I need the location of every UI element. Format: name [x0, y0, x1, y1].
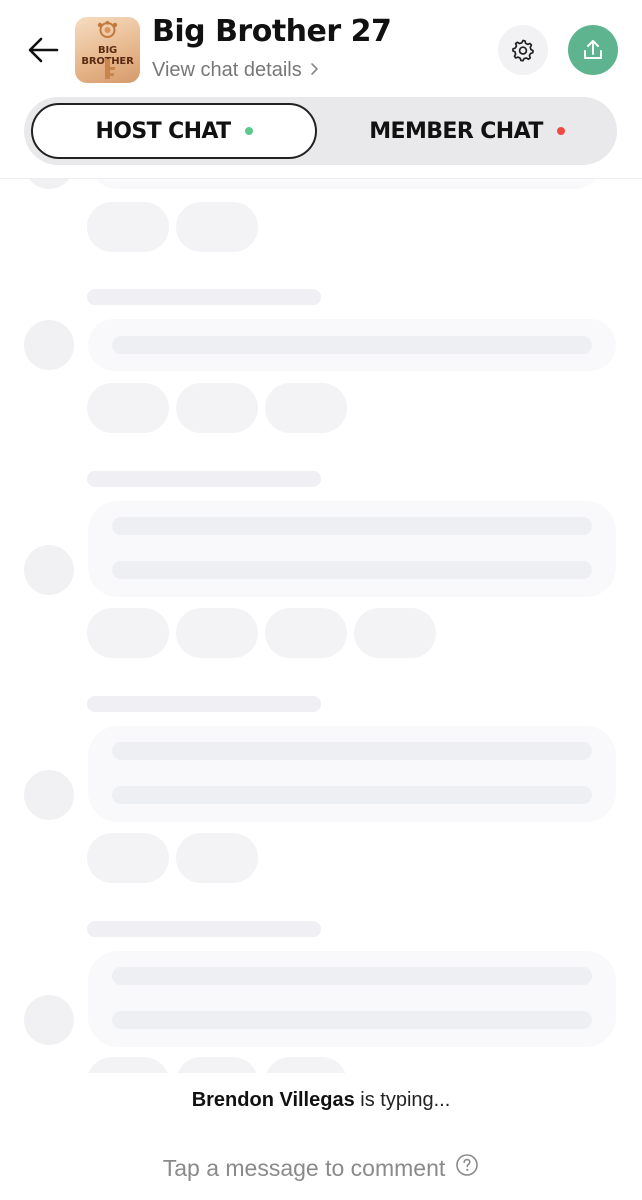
- composer-placeholder: Tap a message to comment: [162, 1154, 446, 1181]
- skeleton-name: [87, 471, 321, 487]
- skeleton-reaction: [265, 383, 347, 433]
- view-chat-details-label: View chat details: [152, 59, 302, 81]
- skeleton-reaction: [176, 202, 258, 252]
- tab-host-chat-label: HOST CHAT: [95, 118, 231, 144]
- typing-indicator: Brendon Villegas is typing...: [0, 1089, 642, 1112]
- skeleton-line: [112, 561, 592, 579]
- share-upload-icon: [584, 40, 602, 59]
- skeleton-reaction: [87, 383, 169, 433]
- host-chat-status-dot: [244, 127, 253, 135]
- skeleton-avatar: [24, 995, 74, 1045]
- view-chat-details-link[interactable]: View chat details: [152, 59, 319, 82]
- skeleton-avatar: [24, 320, 74, 370]
- page-title: Big Brother 27: [152, 14, 392, 49]
- comment-composer[interactable]: Tap a message to comment: [0, 1152, 642, 1184]
- key-shaft-icon: [105, 59, 115, 79]
- skeleton-reaction: [176, 833, 258, 883]
- skeleton-avatar: [24, 545, 74, 595]
- skeleton-bubble: [88, 179, 604, 189]
- skeleton-line: [112, 336, 592, 354]
- skeleton-reaction: [176, 1057, 258, 1073]
- skeleton-bubble: [88, 726, 616, 822]
- share-button[interactable]: [568, 25, 618, 75]
- skeleton-avatar: [24, 179, 74, 189]
- typing-user-name: Brendon Villegas: [191, 1089, 355, 1111]
- skeleton-reaction: [87, 608, 169, 658]
- skeleton-avatar: [24, 770, 74, 820]
- tab-member-chat-label: MEMBER CHAT: [369, 118, 543, 144]
- back-button[interactable]: [24, 30, 64, 70]
- settings-button[interactable]: [498, 25, 548, 75]
- skeleton-line: [112, 967, 592, 985]
- skeleton-line: [112, 742, 592, 760]
- tab-member-chat[interactable]: MEMBER CHAT: [324, 103, 610, 159]
- skeleton-bubble: [88, 501, 616, 597]
- gear-icon: [512, 39, 534, 62]
- skeleton-reaction: [354, 608, 436, 658]
- skeleton-line: [112, 517, 592, 535]
- group-avatar[interactable]: BIG BROTHER: [75, 17, 140, 83]
- skeleton-reaction: [87, 833, 169, 883]
- skeleton-reaction: [176, 608, 258, 658]
- chevron-right-icon: [310, 59, 319, 81]
- skeleton-name: [87, 289, 321, 305]
- skeleton-bubble: [88, 951, 616, 1047]
- member-chat-status-dot: [556, 127, 565, 135]
- skeleton-reaction: [87, 202, 169, 252]
- skeleton-line: [112, 786, 592, 804]
- skeleton-reaction: [265, 1057, 347, 1073]
- skeleton-name: [87, 921, 321, 937]
- arrow-left-icon: [28, 37, 59, 63]
- tab-host-chat[interactable]: HOST CHAT: [31, 103, 317, 159]
- skeleton-reaction: [87, 1057, 169, 1073]
- skeleton-reaction: [176, 383, 258, 433]
- typing-suffix: is typing...: [354, 1089, 451, 1111]
- skeleton-line: [112, 1011, 592, 1029]
- question-circle-icon[interactable]: [455, 1153, 479, 1183]
- chat-tabs: HOST CHAT MEMBER CHAT: [24, 97, 617, 165]
- skeleton-reaction: [265, 608, 347, 658]
- skeleton-name: [87, 696, 321, 712]
- message-feed-skeleton[interactable]: [0, 179, 642, 1073]
- chat-header: BIG BROTHER Big Brother 27 View chat det…: [0, 0, 642, 92]
